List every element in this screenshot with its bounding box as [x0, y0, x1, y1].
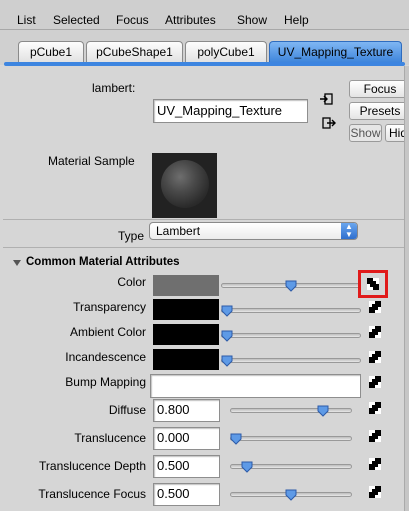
translucence-depth-label: Translucence Depth [39, 459, 146, 473]
menu-selected[interactable]: Selected [53, 13, 100, 27]
translucence-map-icon[interactable] [369, 430, 381, 442]
output-connection-icon[interactable] [322, 116, 336, 130]
menu-help[interactable]: Help [284, 13, 309, 27]
collapse-triangle-icon[interactable] [13, 260, 21, 266]
presets-button[interactable]: Presets [349, 102, 409, 120]
type-label: Type [118, 229, 145, 243]
ambient-color-slider-handle[interactable] [221, 330, 233, 342]
transparency-map-icon[interactable] [369, 301, 381, 313]
transparency-slider[interactable] [221, 308, 361, 313]
color-slider-handle[interactable] [285, 280, 297, 292]
tab-pcubeshape1[interactable]: pCubeShape1 [86, 41, 183, 62]
scrollbar[interactable] [404, 66, 409, 511]
color-label: Color [117, 275, 146, 289]
node-type-label: lambert: [92, 81, 136, 95]
bump-mapping-map-icon[interactable] [369, 376, 381, 388]
incandescence-label: Incandescence [65, 350, 146, 364]
bump-mapping-label: Bump Mapping [65, 375, 146, 389]
ambient-color-swatch[interactable] [153, 324, 219, 345]
translucence-focus-slider-handle[interactable] [285, 489, 297, 501]
menu-attributes[interactable]: Attributes [165, 13, 216, 27]
transparency-slider-handle[interactable] [221, 305, 233, 317]
color-map-highlight-box [358, 270, 388, 298]
type-select-value: Lambert [156, 224, 201, 238]
ambient-color-label: Ambient Color [69, 325, 146, 339]
node-name-field[interactable]: UV_Mapping_Texture [153, 99, 308, 123]
translucence-depth-map-icon[interactable] [369, 458, 381, 470]
translucence-field[interactable]: 0.000 [153, 427, 220, 450]
section-separator [3, 247, 406, 248]
translucence-focus-field[interactable]: 0.500 [153, 483, 220, 506]
material-sphere [161, 160, 209, 208]
type-select[interactable]: Lambert ▲ ▼ [149, 222, 358, 240]
incandescence-map-icon[interactable] [369, 351, 381, 363]
input-connection-icon[interactable] [319, 92, 333, 106]
translucence-focus-map-icon[interactable] [369, 486, 381, 498]
incandescence-slider[interactable] [221, 358, 361, 363]
menu-focus[interactable]: Focus [116, 13, 149, 27]
translucence-focus-label: Translucence Focus [38, 487, 146, 501]
material-sample-swatch [152, 153, 217, 218]
menu-bar: List Selected Focus Attributes Show Help [0, 0, 409, 30]
diffuse-slider-handle[interactable] [317, 405, 329, 417]
diffuse-field[interactable]: 0.800 [153, 399, 220, 422]
show-button[interactable]: Show [349, 124, 382, 142]
bump-mapping-field[interactable] [150, 374, 361, 398]
translucence-slider[interactable] [230, 436, 352, 441]
tab-polycube1[interactable]: polyCube1 [185, 41, 267, 62]
diffuse-label: Diffuse [108, 403, 146, 417]
transparency-swatch[interactable] [153, 299, 219, 320]
focus-button[interactable]: Focus [349, 80, 409, 98]
select-arrows-icon: ▲ ▼ [341, 223, 357, 239]
translucence-slider-handle[interactable] [230, 433, 242, 445]
menu-list[interactable]: List [17, 13, 36, 27]
diffuse-map-icon[interactable] [369, 402, 381, 414]
translucence-label: Translucence [74, 431, 146, 445]
translucence-depth-slider-handle[interactable] [241, 461, 253, 473]
menu-show[interactable]: Show [237, 13, 267, 27]
material-sample-label: Material Sample [48, 154, 135, 168]
incandescence-slider-handle[interactable] [221, 355, 233, 367]
translucence-depth-field[interactable]: 0.500 [153, 455, 220, 478]
color-swatch[interactable] [153, 275, 219, 296]
header-separator [3, 219, 406, 220]
tab-uv-mapping-texture[interactable]: UV_Mapping_Texture [269, 41, 402, 62]
transparency-label: Transparency [73, 300, 146, 314]
ambient-color-map-icon[interactable] [369, 326, 381, 338]
tab-pcube1[interactable]: pCube1 [18, 41, 84, 62]
section-title[interactable]: Common Material Attributes [26, 256, 180, 268]
ambient-color-slider[interactable] [221, 333, 361, 338]
incandescence-swatch[interactable] [153, 349, 219, 370]
diffuse-slider[interactable] [230, 408, 352, 413]
